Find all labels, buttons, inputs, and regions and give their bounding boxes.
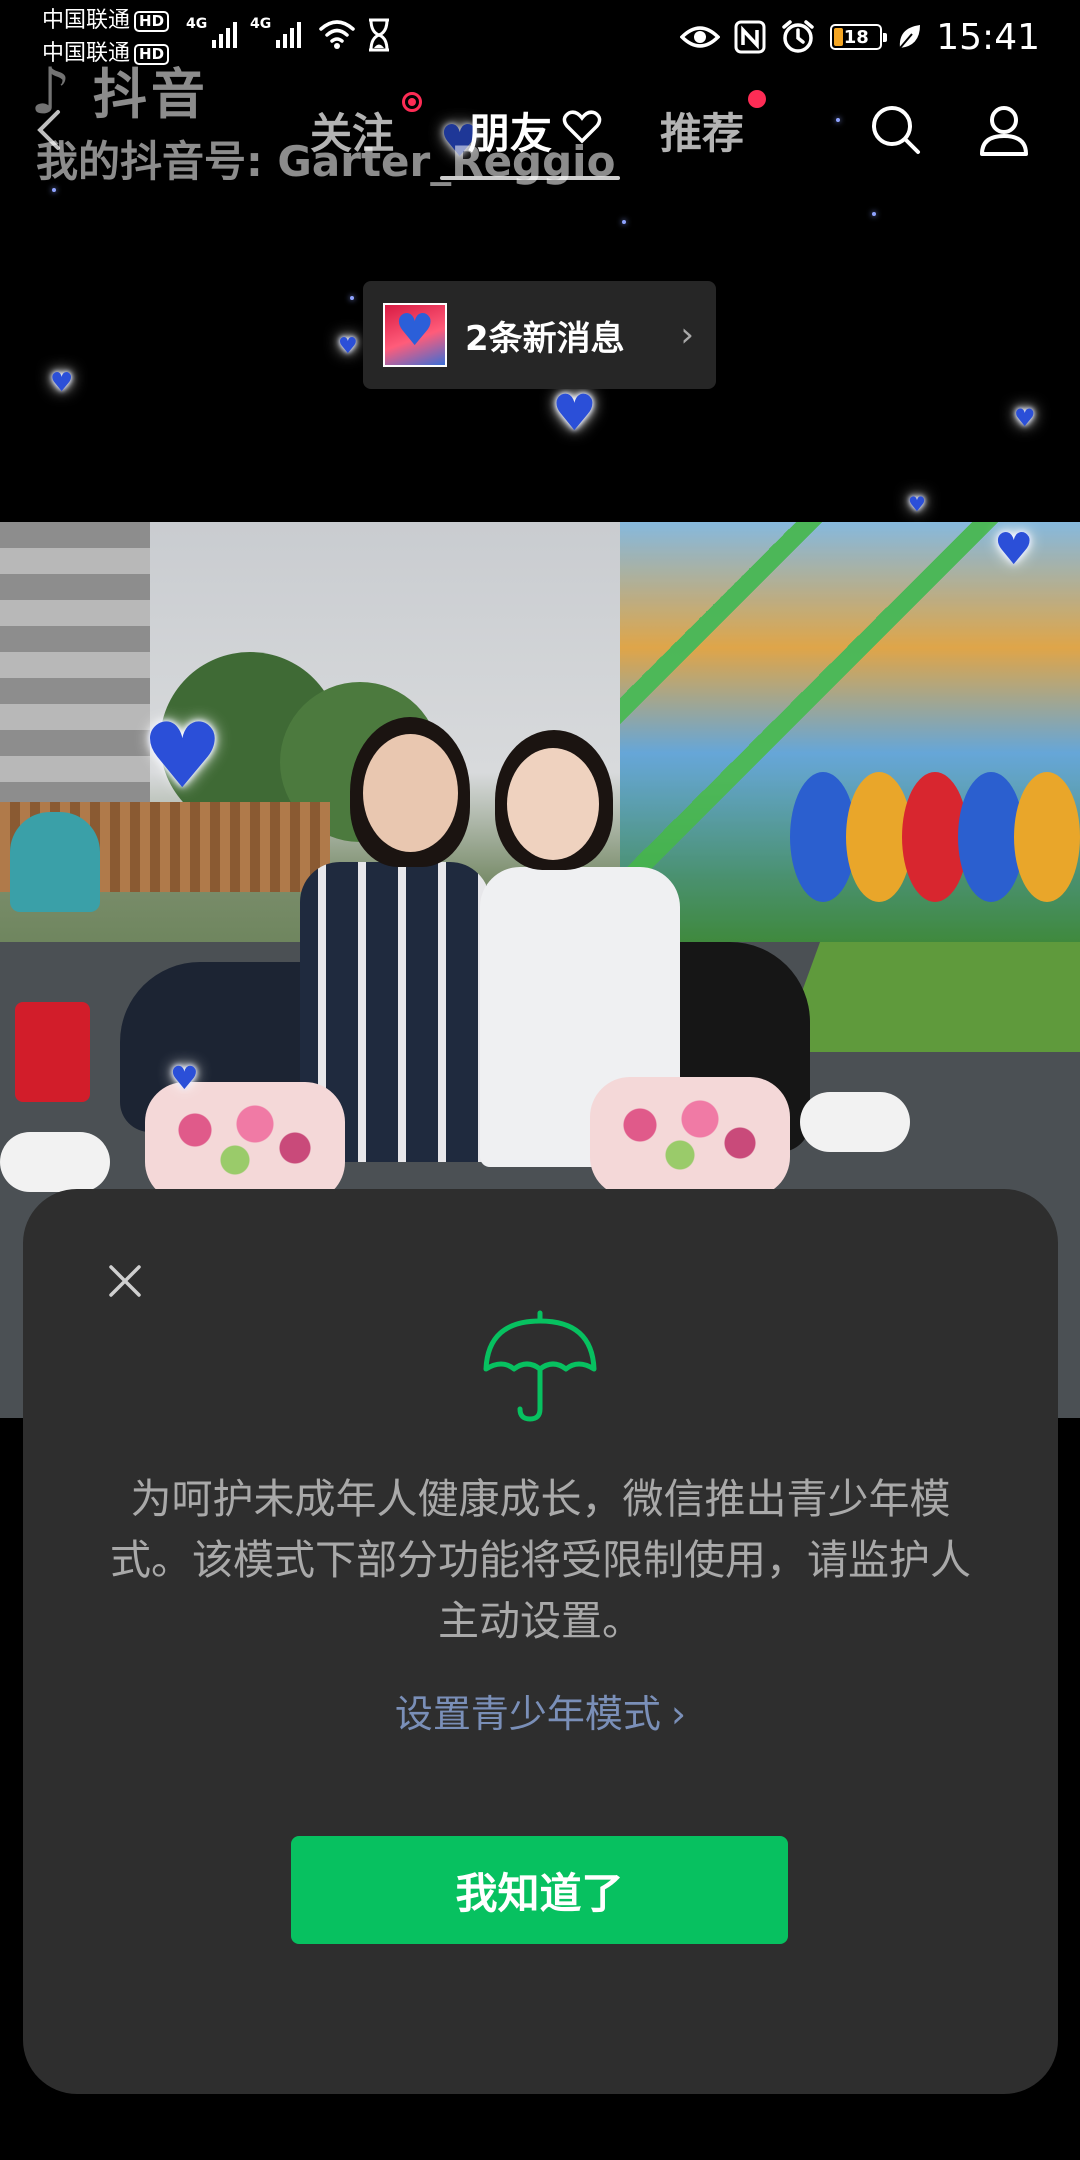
heart-sparkle: ♥ <box>50 368 74 398</box>
active-tab-indicator <box>440 176 620 180</box>
leaf-icon <box>899 25 921 49</box>
new-messages-pill[interactable]: 2条新消息 › <box>363 281 716 389</box>
sender-avatar <box>383 303 447 367</box>
heart-outline-icon <box>562 110 602 144</box>
photo-tubes <box>790 772 1080 902</box>
carrier-2: 中国联通 HD <box>42 41 170 66</box>
photo-bouquet <box>145 1082 345 1202</box>
sparkle-dot <box>350 296 354 300</box>
eye-icon <box>680 26 721 48</box>
heart-sparkle: ♥ <box>338 334 358 359</box>
tab-follow[interactable]: 关注 <box>310 92 422 161</box>
person-2-face <box>507 748 599 860</box>
network-type: 4G <box>250 16 272 32</box>
hd-badge: HD <box>134 10 170 32</box>
acknowledge-button[interactable]: 我知道了 <box>291 1836 788 1944</box>
heart-sparkle: ♥ <box>994 524 1034 575</box>
nfc-icon <box>734 20 766 54</box>
teen-mode-dialog: 为呵护未成年人健康成长，微信推出青少年模式。该模式下部分功能将受限制使用，请监护… <box>23 1189 1058 2094</box>
tab-follow-label: 关注 <box>310 109 395 158</box>
teen-mode-description: 为呵护未成年人健康成长，微信推出青少年模式。该模式下部分功能将受限制使用，请监护… <box>110 1475 971 1645</box>
new-messages-text: 2条新消息 <box>465 318 625 359</box>
search-icon[interactable] <box>866 100 926 160</box>
person-1-face <box>363 734 458 852</box>
battery-fill <box>834 28 843 46</box>
carrier-1-label: 中国联通 <box>42 8 131 33</box>
status-right: 18 15:41 <box>680 10 1040 64</box>
hd-badge: HD <box>134 43 170 65</box>
tab-recommend[interactable]: 推荐 <box>660 90 766 161</box>
heart-sparkle: ♥ <box>170 1059 199 1097</box>
photo-red-bag <box>15 1002 90 1102</box>
back-chevron-icon[interactable] <box>34 108 64 152</box>
setup-teen-mode-label: 设置青少年模式 <box>394 1692 661 1736</box>
close-button[interactable] <box>87 1243 163 1319</box>
battery-level: 18 <box>843 26 869 48</box>
status-bar: 中国联通 HD 中国联通 HD 4G 4G 18 15:41 <box>0 0 1080 74</box>
network-type: 4G <box>186 16 208 32</box>
profile-icon[interactable] <box>974 100 1034 160</box>
photo-bouquet <box>590 1077 790 1197</box>
heart-sparkle: ♥ <box>552 384 597 442</box>
carrier-1: 中国联通 HD <box>42 8 170 33</box>
close-icon <box>109 1265 141 1297</box>
sparkle-dot <box>622 220 626 224</box>
live-badge <box>402 92 422 112</box>
umbrella-icon <box>483 1310 597 1422</box>
unread-dot <box>748 90 766 108</box>
signal-icon: 4G <box>186 16 238 48</box>
tab-friends-label: 朋友 <box>468 109 553 158</box>
photo-shoe <box>0 1132 110 1192</box>
heart-sparkle: ♥ <box>1014 404 1036 432</box>
battery-icon: 18 <box>830 24 888 50</box>
chevron-right-icon: › <box>670 1692 687 1736</box>
sparkle-dot <box>872 212 876 216</box>
heart-sparkle: ♥ <box>142 704 223 809</box>
photo-grass <box>780 942 1080 1052</box>
carrier-2-label: 中国联通 <box>42 41 131 66</box>
alarm-icon <box>782 20 814 53</box>
clock: 15:41 <box>936 16 1040 58</box>
photo-shoe <box>800 1092 910 1152</box>
heart-sparkle: ♥ <box>908 492 926 516</box>
signal-icon: 4G <box>250 16 302 48</box>
top-nav: ♪ 抖音 我的抖音号: Garter_Reggio 关注 朋友 推荐 <box>0 55 1080 186</box>
wifi-icon <box>319 20 355 49</box>
hourglass-icon <box>369 18 389 52</box>
tab-friends[interactable]: 朋友 <box>468 100 602 161</box>
tab-recommend-label: 推荐 <box>660 109 745 158</box>
chevron-right-icon: › <box>680 315 694 355</box>
photo-slide <box>10 812 100 912</box>
photo-building <box>0 522 150 822</box>
setup-teen-mode-link[interactable]: 设置青少年模式 › <box>23 1683 1058 1738</box>
